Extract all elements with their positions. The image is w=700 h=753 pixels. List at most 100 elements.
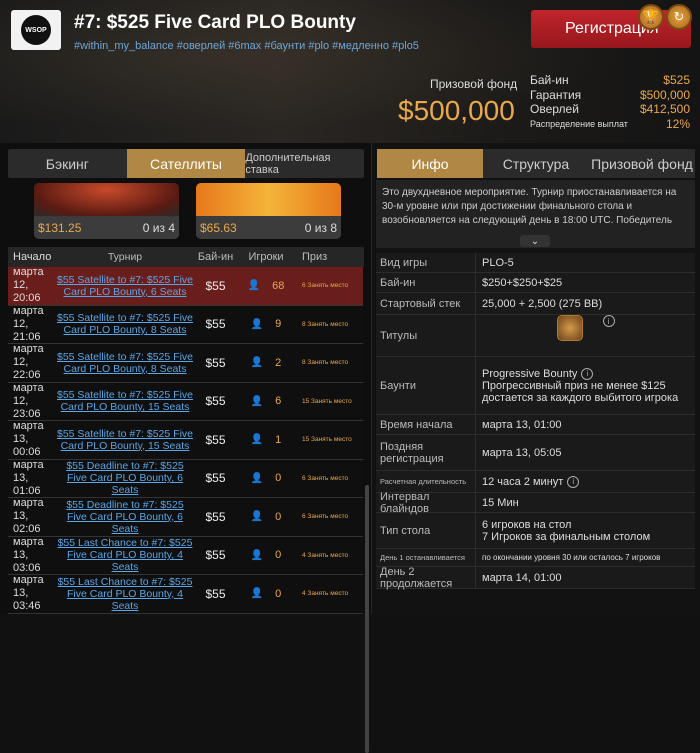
details-table: Вид игры PLO-5 Бай-ин $250+$250+$25 Стартовы… <box>376 253 695 590</box>
detail-value: марта 14, 01:00 <box>476 567 695 588</box>
info-icon[interactable]: i <box>581 367 594 380</box>
table-row[interactable]: марта 13, 03:46 $55 Last Chance to #7: $52… <box>8 574 363 614</box>
row-players: 👤 6 <box>236 395 296 407</box>
player-icon: 👤 <box>247 280 261 292</box>
row-buyin: $55 <box>205 509 226 524</box>
tab-prize-pool[interactable]: Призовой фонд <box>589 149 695 178</box>
row-prize: 6 Занять место <box>302 474 349 482</box>
start-time: марта 12, 23:06 <box>8 382 55 421</box>
player-icon: 👤 <box>250 511 264 523</box>
detail-key: День 1 останавливается <box>376 549 476 566</box>
tab-info[interactable]: Инфо <box>377 149 483 178</box>
expand-chevron-icon[interactable]: ⌄ <box>520 235 550 247</box>
table-row[interactable]: марта 13, 03:06 $55 Last Chance to #7: $52… <box>8 536 363 575</box>
satellite-card[interactable]: $65.63 0 из 8 <box>196 183 341 239</box>
start-time: марта 12, 20:06 <box>8 266 55 305</box>
player-count: 0 <box>275 510 282 523</box>
row-players: 👤 0 <box>236 472 296 484</box>
tournament-link[interactable]: $55 Last Chance to #7: $525 Five Card PL… <box>55 537 195 573</box>
row-prize: 4 Занять место <box>302 551 349 559</box>
row-prize: 4 Занять место <box>302 590 349 598</box>
card-image <box>196 183 341 216</box>
table-row[interactable]: марта 13, 00:06 $55 Satellite to #7: $525 … <box>8 420 363 460</box>
detail-row: Время начала марта 13, 01:00 <box>376 415 695 435</box>
player-icon: 👤 <box>250 357 264 369</box>
detail-key: Интервал блайндов <box>376 491 476 515</box>
tab-structure[interactable]: Структура <box>483 149 589 178</box>
row-players: 👤 0 <box>236 549 296 561</box>
row-players: 👤 9 <box>236 318 296 330</box>
detail-key: Время начала <box>376 415 476 434</box>
tournament-link[interactable]: $55 Deadline to #7: $525 Five Card PLO B… <box>55 499 195 535</box>
tournament-link[interactable]: $55 Satellite to #7: $525 Five Card PLO … <box>55 351 195 375</box>
right-tabs: Инфо Структура Призовой фонд <box>377 149 695 178</box>
detail-value: марта 13, 05:05 <box>476 435 695 470</box>
info-icon[interactable]: i <box>567 475 580 488</box>
row-prize: 6 Занять место <box>302 513 349 521</box>
start-hour: 20:06 <box>13 292 41 305</box>
detail-value-text: марта 14, 01:00 <box>482 571 562 584</box>
detail-row: День 2 продолжается марта 14, 01:00 <box>376 566 695 590</box>
satellite-card[interactable]: $131.25 0 из 4 <box>34 183 179 239</box>
table-row[interactable]: марта 12, 20:06 $55 Satellite to #7: $525 … <box>8 266 363 306</box>
row-buyin: $55 <box>205 586 226 601</box>
start-date: марта 12, <box>13 381 44 407</box>
trophy-icon[interactable]: 🏆 <box>638 4 664 30</box>
detail-value-text: PLO-5 <box>482 256 514 269</box>
refresh-icon[interactable]: ↻ <box>666 4 692 30</box>
row-players: 👤 2 <box>236 357 296 369</box>
tournament-link[interactable]: $55 Satellite to #7: $525 Five Card PLO … <box>55 389 195 413</box>
tab-satellites[interactable]: Сателлиты <box>126 149 246 178</box>
row-buyin: $55 <box>205 471 226 486</box>
detail-value-text-2: 7 Игроков за финальным столом <box>482 530 651 543</box>
title-badge-icon <box>556 315 583 341</box>
detail-key: Расчетная длительность <box>376 471 476 492</box>
start-time: марта 12, 22:06 <box>8 343 55 382</box>
tournament-link[interactable]: $55 Satellite to #7: $525 Five Card PLO … <box>55 312 195 336</box>
left-panel: Бэкинг Сателлиты Дополнительная ставка $… <box>0 143 372 753</box>
card-image <box>34 183 179 216</box>
satellite-cards: $131.25 0 из 4 $65.63 0 из 8 <box>34 183 344 243</box>
info-icon[interactable]: i <box>602 315 615 327</box>
start-date: марта 13, <box>13 574 44 600</box>
tournament-link[interactable]: $55 Deadline to #7: $525 Five Card PLO B… <box>55 460 195 496</box>
left-tabs: Бэкинг Сателлиты Дополнительная ставка <box>8 149 364 178</box>
tournament-link[interactable]: $55 Last Chance to #7: $525 Five Card PL… <box>55 576 195 612</box>
detail-key: Тип стола <box>376 513 476 548</box>
start-date: марта 12, <box>13 343 44 369</box>
tournament-link[interactable]: $55 Satellite to #7: $525 Five Card PLO … <box>55 428 195 452</box>
detail-row: Интервал блайндов 15 Мин <box>376 491 695 515</box>
start-time: марта 13, 03:46 <box>8 574 55 613</box>
detail-value: марта 13, 01:00 <box>476 415 695 434</box>
scrollbar[interactable] <box>365 485 369 753</box>
player-count: 9 <box>275 318 282 331</box>
detail-value: 6 игроков на стол 7 Игроков за финальным … <box>476 513 695 548</box>
tab-extra-bet[interactable]: Дополнительная ставка <box>245 149 364 178</box>
player-icon: 👤 <box>250 472 264 484</box>
row-prize: 15 Занять место <box>302 397 352 405</box>
tournament-link[interactable]: $55 Satellite to #7: $525 Five Card PLO … <box>55 274 195 298</box>
player-count: 68 <box>272 279 285 292</box>
start-date: марта 13, <box>13 420 44 446</box>
player-icon: 👤 <box>250 395 264 407</box>
table-row[interactable]: марта 13, 01:06 $55 Deadline to #7: $525 F… <box>8 459 363 498</box>
detail-value-text-2: Прогрессивный приз не менее $125 достает… <box>482 379 679 404</box>
table-row[interactable]: марта 13, 02:06 $55 Deadline to #7: $525 F… <box>8 497 363 537</box>
detail-row: Тип стола 6 игроков на стол 7 Игроков за ф… <box>376 513 695 549</box>
detail-row: Баунти Progressive Bounty i Прогрессивный п… <box>376 357 695 415</box>
detail-value: 12 часа 2 минут i <box>476 471 695 492</box>
row-buyin: $55 <box>205 355 226 370</box>
detail-value-text: Progressive Bounty <box>482 367 578 380</box>
table-row[interactable]: марта 12, 21:06 $55 Satellite to #7: $525 … <box>8 305 363 344</box>
start-hour: 22:06 <box>13 369 41 382</box>
satellite-table-header: Начало Турнир Бай-ин Игроки Приз <box>8 247 364 267</box>
player-count: 6 <box>275 395 282 408</box>
table-row[interactable]: марта 12, 23:06 $55 Satellite to #7: $525 … <box>8 382 363 421</box>
detail-value: по окончании уровня 30 или осталось 7 иг… <box>476 549 695 566</box>
table-row[interactable]: марта 12, 22:06 $55 Satellite to #7: $525 … <box>8 343 363 383</box>
tab-backing[interactable]: Бэкинг <box>8 149 127 178</box>
row-prize: 8 Занять место <box>302 320 349 328</box>
detail-value-text: $250+$250+$25 <box>482 276 563 289</box>
row-prize: 8 Занять место <box>302 359 349 367</box>
row-buyin: $55 <box>205 394 226 409</box>
